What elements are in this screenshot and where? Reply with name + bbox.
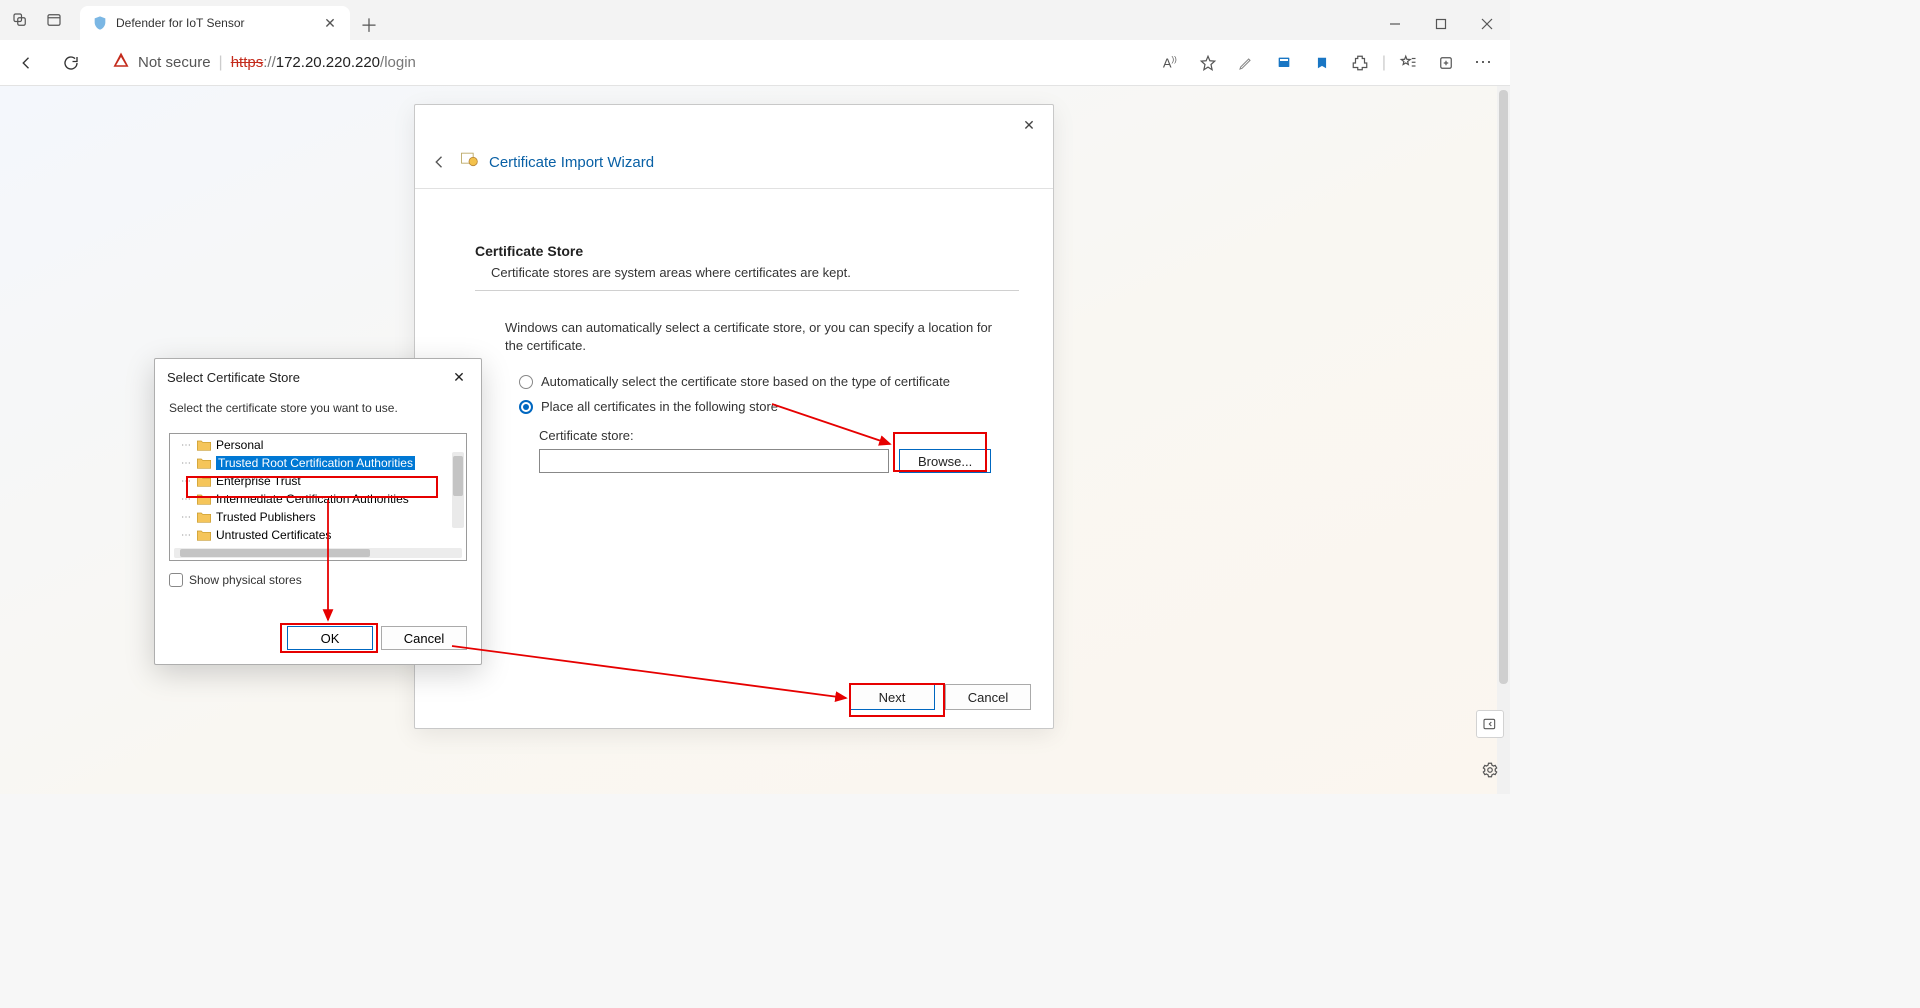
cert-store-subtext: Certificate stores are system areas wher… xyxy=(491,265,1019,280)
workspaces-icon[interactable] xyxy=(8,8,32,32)
tree-item[interactable]: ⋯ Untrusted Certificates xyxy=(170,526,466,544)
wizard-header: Certificate Import Wizard xyxy=(415,131,1053,189)
browser-tab-active[interactable]: Defender for IoT Sensor ✕ xyxy=(80,6,350,40)
new-tab-button[interactable]: ＋ xyxy=(354,10,384,40)
divider xyxy=(475,290,1019,291)
radio-auto-select[interactable]: Automatically select the certificate sto… xyxy=(519,374,1019,389)
folder-icon xyxy=(196,474,212,488)
toolbar-right: A)) | ⋯ xyxy=(1154,47,1500,79)
radio-place-label: Place all certificates in the following … xyxy=(541,399,778,414)
address-bar[interactable]: Not secure | https://172.20.220.220/logi… xyxy=(98,46,1144,80)
more-menu-icon[interactable]: ⋯ xyxy=(1468,47,1500,79)
tree-line-icon: ⋯ xyxy=(180,494,192,505)
settings-gear-icon[interactable] xyxy=(1478,758,1502,782)
wizard-cert-icon xyxy=(459,149,479,176)
tree-item[interactable]: ⋯ Trusted Root Certification Authorities xyxy=(170,454,466,472)
sidebar-collapse-icon[interactable] xyxy=(1476,710,1504,738)
checkbox-icon xyxy=(169,573,183,587)
not-secure-label: Not secure xyxy=(138,54,211,71)
tab-favicon-shield-icon xyxy=(92,15,108,31)
tree-item[interactable]: ⋯ Trusted Publishers xyxy=(170,508,466,526)
cert-store-heading: Certificate Store xyxy=(475,243,1019,259)
certificate-store-label: Certificate store: xyxy=(539,428,1019,443)
radio-auto-label: Automatically select the certificate sto… xyxy=(541,374,950,389)
scs-titlebar: Select Certificate Store ✕ xyxy=(155,359,481,395)
show-physical-label: Show physical stores xyxy=(189,573,302,587)
tree-line-icon: ⋯ xyxy=(180,476,192,487)
cert-store-tree[interactable]: ⋯ Personal ⋯ Trusted Root Certification Aut… xyxy=(169,433,467,561)
ok-button[interactable]: OK xyxy=(287,626,373,650)
tree-horizontal-scrollbar[interactable] xyxy=(174,548,462,558)
wizard-back-icon[interactable] xyxy=(431,153,449,171)
tree-line-icon: ⋯ xyxy=(180,458,192,469)
tab-close-icon[interactable]: ✕ xyxy=(322,15,338,31)
folder-icon xyxy=(196,492,212,506)
book-icon[interactable] xyxy=(1268,47,1300,79)
back-button[interactable] xyxy=(10,46,44,80)
folder-icon xyxy=(196,528,212,542)
tab-actions-icon[interactable] xyxy=(42,8,66,32)
read-aloud-icon[interactable]: A)) xyxy=(1154,47,1186,79)
radio-place-all[interactable]: Place all certificates in the following … xyxy=(519,399,1019,414)
tree-item-label: Intermediate Certification Authorities xyxy=(216,492,409,506)
certificate-store-row: Browse... xyxy=(539,449,1019,473)
wizard-cancel-button[interactable]: Cancel xyxy=(945,684,1031,710)
maximize-button[interactable] xyxy=(1418,8,1464,40)
refresh-button[interactable] xyxy=(54,46,88,80)
edit-icon[interactable] xyxy=(1230,47,1262,79)
url-text: https://172.20.220.220/login xyxy=(231,54,416,71)
separator: | xyxy=(1382,54,1386,72)
certificate-store-input[interactable] xyxy=(539,449,889,473)
wizard-body: Certificate Store Certificate stores are… xyxy=(415,189,1053,668)
tree-item-label: Enterprise Trust xyxy=(216,474,301,488)
radio-icon xyxy=(519,400,533,414)
tree-item-label: Trusted Root Certification Authorities xyxy=(216,456,415,470)
scs-close-icon[interactable]: ✕ xyxy=(449,367,469,387)
tab-title: Defender for IoT Sensor xyxy=(116,16,314,30)
bookmark-icon[interactable] xyxy=(1306,47,1338,79)
tree-line-icon: ⋯ xyxy=(180,512,192,523)
tree-item-label: Untrusted Certificates xyxy=(216,528,331,542)
window-controls xyxy=(1372,8,1510,40)
favorite-icon[interactable] xyxy=(1192,47,1224,79)
next-button[interactable]: Next xyxy=(849,684,935,710)
minimize-button[interactable] xyxy=(1372,8,1418,40)
browser-toolbar: Not secure | https://172.20.220.220/logi… xyxy=(0,40,1510,86)
folder-icon xyxy=(196,456,212,470)
scs-footer: OK Cancel xyxy=(155,616,481,664)
radio-icon xyxy=(519,375,533,389)
vertical-scrollbar[interactable] xyxy=(1497,86,1510,794)
tree-item-label: Personal xyxy=(216,438,263,452)
tree-item[interactable]: ⋯ Enterprise Trust xyxy=(170,472,466,490)
extensions-icon[interactable] xyxy=(1344,47,1376,79)
scs-prompt: Select the certificate store you want to… xyxy=(169,401,467,415)
folder-icon xyxy=(196,438,212,452)
tree-item[interactable]: ⋯ Personal xyxy=(170,436,466,454)
close-window-button[interactable] xyxy=(1464,8,1510,40)
separator: | xyxy=(219,54,223,72)
tree-vertical-scrollbar[interactable] xyxy=(452,452,464,528)
security-warning-icon xyxy=(112,51,130,74)
folder-icon xyxy=(196,510,212,524)
scs-cancel-button[interactable]: Cancel xyxy=(381,626,467,650)
collections-icon[interactable] xyxy=(1430,47,1462,79)
scs-title: Select Certificate Store xyxy=(167,370,449,385)
browse-button[interactable]: Browse... xyxy=(899,449,991,473)
certificate-import-wizard-dialog: ✕ Certificate Import Wizard Certificate … xyxy=(414,104,1054,729)
tree-line-icon: ⋯ xyxy=(180,440,192,451)
wizard-title: Certificate Import Wizard xyxy=(489,154,654,171)
wizard-footer: Next Cancel xyxy=(415,668,1053,728)
cert-store-body-text: Windows can automatically select a certi… xyxy=(505,319,995,354)
tree-item-label: Trusted Publishers xyxy=(216,510,316,524)
show-physical-stores-checkbox[interactable]: Show physical stores xyxy=(169,573,467,587)
select-cert-store-dialog: Select Certificate Store ✕ Select the ce… xyxy=(154,358,482,665)
workspace-icons xyxy=(0,0,74,40)
tree-line-icon: ⋯ xyxy=(180,530,192,541)
favorites-list-icon[interactable] xyxy=(1392,47,1424,79)
wizard-close-icon[interactable]: ✕ xyxy=(1015,111,1043,139)
tab-strip: Defender for IoT Sensor ✕ ＋ xyxy=(0,0,1510,40)
page-viewport: ✕ Certificate Import Wizard Certificate … xyxy=(0,86,1510,794)
tree-item[interactable]: ⋯ Intermediate Certification Authorities xyxy=(170,490,466,508)
